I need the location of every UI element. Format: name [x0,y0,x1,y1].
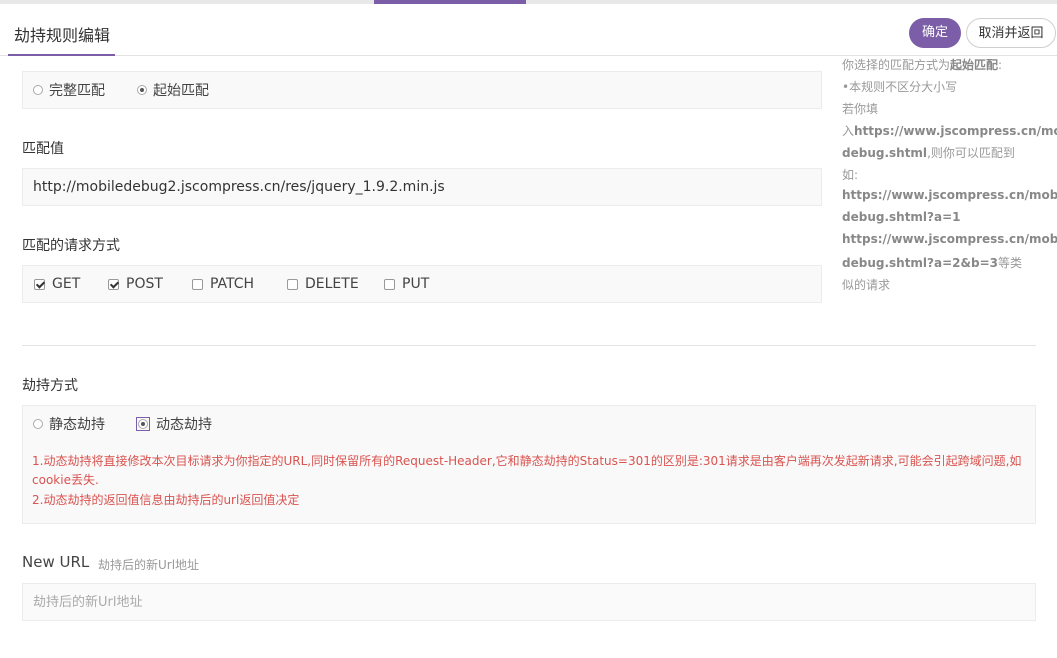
hijack-mode-group: 静态劫持 动态劫持 1.动态劫持将直接修改本次目标请求为你指定的URL,同时保留… [22,405,1036,524]
match-mode-group: 完整匹配 起始匹配 [22,71,822,109]
help-line-if: 若你填 [842,102,879,116]
match-help-panel: 你选择的匹配方式为起始匹配: •本规则不区分大小写 若你填 入https://w… [842,54,1057,304]
checkbox-put-label: PUT [402,276,430,292]
radio-dynamic-hijack[interactable]: 动态劫持 [136,406,212,442]
checkbox-unchecked [192,278,203,290]
checkbox-checked [108,278,119,290]
help-line-input-url-cont: debug.shtml,则你可以匹配到 [842,146,1015,160]
checkbox-delete[interactable]: DELETE [287,266,359,302]
hijack-note-1: 1.动态劫持将直接修改本次目标请求为你指定的URL,同时保留所有的Request… [32,454,1022,468]
request-methods-group: GET POST PATCH DELETE PUT [22,265,822,303]
radio-dynamic-hijack-label: 动态劫持 [156,417,212,433]
checkbox-get[interactable]: GET [34,266,80,302]
hijack-mode-label: 劫持方式 [22,378,78,394]
section-divider [22,345,1036,346]
checkbox-post-label: POST [126,276,163,292]
radio-static-hijack[interactable]: 静态劫持 [33,406,105,442]
page-title: 劫持规则编辑 [14,26,111,45]
checkbox-post[interactable]: POST [108,266,163,302]
help-line-such-as: 如: [842,168,859,182]
help-line-input-url: 入https://www.jscompress.cn/mobile- [842,124,1057,138]
help-line-example-2-cont: debug.shtml?a=2&b=3等类 [842,256,1022,270]
radio-full-match-label: 完整匹配 [49,83,105,99]
help-line-example-1-cont: debug.shtml?a=1 [842,210,961,224]
match-value-label: 匹配值 [22,141,64,157]
checkbox-put[interactable]: PUT [384,266,429,302]
checkbox-get-label: GET [52,276,81,292]
radio-prefix-match-label: 起始匹配 [153,83,209,99]
help-line-example-1: https://www.jscompress.cn/mobile- [842,188,1057,202]
new-url-input[interactable] [22,583,1036,621]
new-url-hint: 劫持后的新Url地址 [98,558,200,572]
hijack-note-2: 2.动态劫持的返回值信息由劫持后的url返回值决定 [32,493,300,507]
request-methods-label: 匹配的请求方式 [22,238,120,254]
title-underline [8,54,115,56]
confirm-button[interactable]: 确定 [909,18,961,48]
radio-focus-ring [136,417,150,431]
match-value-text[interactable]: http://mobiledebug2.jscompress.cn/res/jq… [33,169,445,205]
help-line-case: •本规则不区分大小写 [842,80,958,94]
checkbox-unchecked [287,278,298,290]
cancel-return-button[interactable]: 取消并返回 [966,18,1056,48]
radio-circle-selected [138,419,148,429]
checkbox-patch-label: PATCH [210,276,255,292]
page-header: 劫持规则编辑 确定 取消并返回 [0,4,1057,56]
radio-static-hijack-label: 静态劫持 [49,417,105,433]
radio-circle [33,419,43,429]
checkbox-checked [34,278,45,290]
radio-full-match[interactable]: 完整匹配 [33,72,105,108]
new-url-label: New URL [22,553,90,571]
checkbox-unchecked [384,278,395,290]
match-value-field[interactable]: http://mobiledebug2.jscompress.cn/res/jq… [22,168,822,206]
help-line-example-2: https://www.jscompress.cn/mobile- [842,232,1057,246]
help-line-similar: 似的请求 [842,278,891,292]
checkbox-delete-label: DELETE [305,276,359,292]
radio-prefix-match[interactable]: 起始匹配 [137,72,209,108]
checkbox-patch[interactable]: PATCH [192,266,254,302]
help-line-mode: 你选择的匹配方式为起始匹配: [842,58,1003,72]
hijack-note-1-cont: cookie丢失. [32,473,99,487]
radio-circle [33,85,43,95]
radio-circle-selected [137,85,147,95]
